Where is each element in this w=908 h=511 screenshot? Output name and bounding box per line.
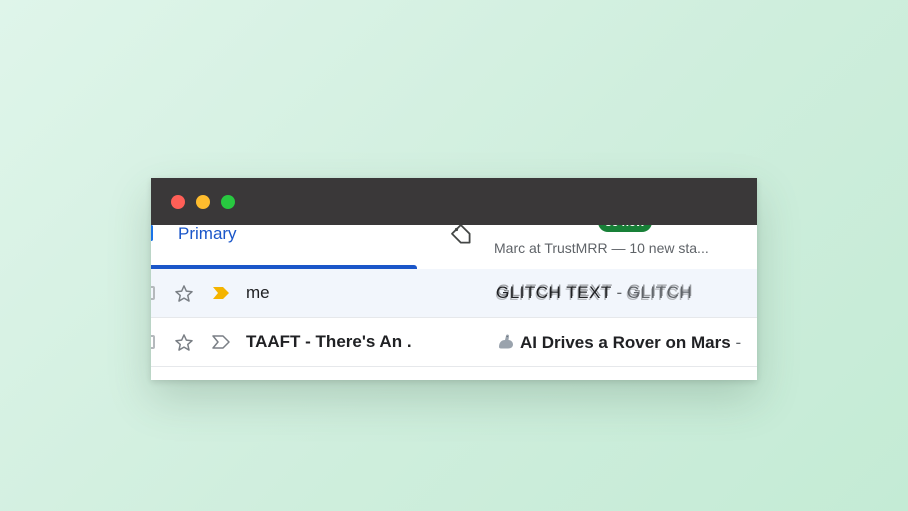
minimize-window-button[interactable] xyxy=(196,195,210,209)
tab-promotions-preview: Marc at TrustMRR — 10 new sta... xyxy=(494,240,709,256)
email-subject-text: GLITCH TEXT xyxy=(496,283,612,302)
email-snippet: GLITCH xyxy=(626,283,693,302)
email-sender: TAAFT - There's An . xyxy=(246,332,412,351)
inbox-content: Primary Promotions 36 new Marc at TrustM… xyxy=(151,211,757,380)
flexed-arm-icon xyxy=(499,334,513,349)
app-window: Primary Promotions 36 new Marc at TrustM… xyxy=(151,178,757,380)
window-titlebar xyxy=(151,178,757,225)
subject-separator: - xyxy=(735,333,742,352)
tab-primary-label: Primary xyxy=(178,224,237,243)
email-row[interactable]: me GLITCH TEXT - GLITCH xyxy=(151,269,757,318)
zoom-window-button[interactable] xyxy=(221,195,235,209)
email-row[interactable]: TAAFT - There's An . AI Drives a Rover o… xyxy=(151,318,757,367)
email-subject-text: AI Drives a Rover on Mars xyxy=(520,333,731,352)
email-sender: me xyxy=(246,283,270,302)
inbox-tabs: Primary Promotions 36 new Marc at TrustM… xyxy=(151,211,757,270)
close-window-button[interactable] xyxy=(171,195,185,209)
email-subject: AI Drives a Rover on Mars - xyxy=(496,332,741,353)
star-icon[interactable] xyxy=(173,283,195,305)
inbox-icon xyxy=(151,225,153,241)
important-marker-outline-icon[interactable] xyxy=(211,334,231,350)
subject-separator: - xyxy=(616,283,623,302)
select-checkbox[interactable] xyxy=(151,286,155,300)
tag-icon xyxy=(451,224,471,244)
email-subject: GLITCH TEXT - GLITCH xyxy=(496,283,692,303)
important-marker-icon[interactable] xyxy=(211,285,231,301)
star-icon[interactable] xyxy=(173,332,195,354)
select-checkbox[interactable] xyxy=(151,335,155,349)
